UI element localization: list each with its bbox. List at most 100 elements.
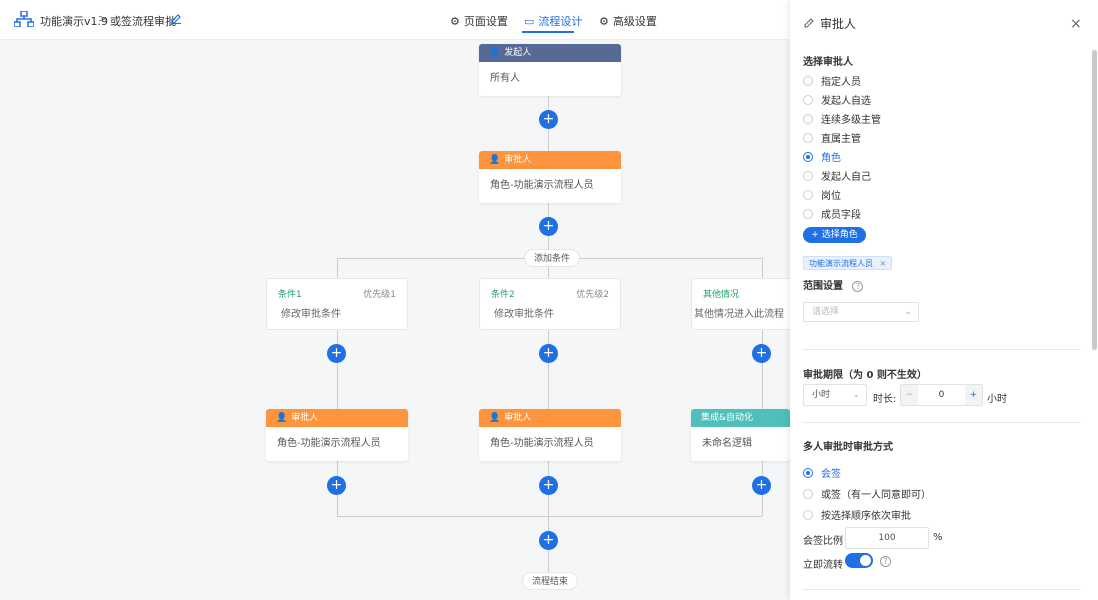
close-icon[interactable]: × xyxy=(1070,16,1082,32)
branch-approver-node[interactable]: 👤 审批人 角色-功能演示流程人员 xyxy=(266,409,408,461)
tab-flow-design[interactable]: ▭ 流程设计 xyxy=(524,13,582,29)
duration-label: 时长: xyxy=(873,394,897,405)
start-node-body: 所有人 xyxy=(490,73,520,84)
condition-title: 其他情况 xyxy=(703,290,740,300)
flow-canvas[interactable]: 👤 发起人 所有人 + 👤 审批人 角色-功能演示流程人员 + 添加条件 条件1 优… xyxy=(0,40,833,600)
approver-settings-panel: 审批人 × 选择审批人 指定人员 发起人自选 连续多级主管 直属主管 角色 发起… xyxy=(790,0,1098,600)
role-tag: 功能演示流程人员 × xyxy=(803,256,893,270)
scope-title: 范围设置 ? xyxy=(803,277,864,292)
add-node-button[interactable]: + xyxy=(752,344,771,363)
condition-priority: 优先级1 xyxy=(363,290,396,300)
panel-title: 审批人 xyxy=(820,17,857,31)
multi-approval-title: 多人审批时审批方式 xyxy=(803,442,893,453)
node-body: 角色-功能演示流程人员 xyxy=(490,438,594,449)
radio-specified-user[interactable]: 指定人员 xyxy=(803,73,861,88)
condition-desc: 修改审批条件 xyxy=(494,309,554,320)
unit-select[interactable]: 小时 ⌄ xyxy=(803,384,867,406)
node-body: 未命名逻辑 xyxy=(702,438,752,449)
tab-page-settings[interactable]: ⚙ 页面设置 xyxy=(450,13,508,29)
radio-or-sign[interactable]: 或签（有一人同意即可） xyxy=(803,486,931,501)
user-icon: 👤 xyxy=(489,413,501,423)
gear-icon: ⚙ xyxy=(450,14,460,28)
select-role-button[interactable]: + 选择角色 xyxy=(803,227,866,243)
gear-icon: ⚙ xyxy=(599,14,609,28)
approver-node-body: 角色-功能演示流程人员 xyxy=(490,180,594,191)
radio-circle-checked[interactable] xyxy=(803,151,813,162)
add-node-button[interactable]: + xyxy=(539,476,558,495)
node-header: 集成&自动化 xyxy=(691,409,790,427)
start-node-header: 👤 发起人 xyxy=(479,44,621,62)
active-tab-indicator xyxy=(522,31,574,33)
user-icon: 👤 xyxy=(276,413,288,423)
automation-node[interactable]: 集成&自动化 未命名逻辑 xyxy=(691,409,790,461)
condition-desc: 其他情况进入此流程 xyxy=(694,309,784,320)
ratio-unit: % xyxy=(933,532,943,543)
chevron-down-icon: ⌄ xyxy=(852,390,860,400)
add-condition-button[interactable]: 添加条件 xyxy=(524,249,581,267)
radio-circle[interactable] xyxy=(803,113,813,124)
ratio-input[interactable]: 100 xyxy=(845,527,929,549)
increment-button[interactable]: + xyxy=(965,385,982,405)
radio-sequential[interactable]: 按选择顺序依次审批 xyxy=(803,507,911,522)
radio-countersign[interactable]: 会签 xyxy=(803,465,841,480)
radio-member-field[interactable]: 成员字段 xyxy=(803,206,861,221)
flow-logo-icon xyxy=(14,11,34,27)
help-icon[interactable]: ? xyxy=(880,556,891,567)
tag-close-icon[interactable]: × xyxy=(880,259,887,268)
select-approver-title: 选择审批人 xyxy=(803,57,853,68)
divider xyxy=(803,422,1081,423)
radio-circle[interactable] xyxy=(803,75,813,86)
duration-unit: 小时 xyxy=(987,394,1007,405)
radio-circle[interactable] xyxy=(803,94,813,105)
condition-desc: 修改审批条件 xyxy=(281,309,341,320)
panel-scrollbar[interactable] xyxy=(1092,50,1097,350)
add-node-button[interactable]: + xyxy=(539,110,558,129)
radio-direct-supervisor[interactable]: 直属主管 xyxy=(803,130,861,145)
approver-node-header: 👤 审批人 xyxy=(479,151,621,169)
radio-initiator-choose[interactable]: 发起人自选 xyxy=(803,92,871,107)
stepper-value[interactable]: 0 xyxy=(918,390,965,400)
help-icon[interactable]: ? xyxy=(852,281,864,292)
deadline-title: 审批期限（为 0 则不生效） xyxy=(803,370,927,381)
condition-title: 条件1 xyxy=(278,290,302,300)
condition-card[interactable]: 条件2 优先级2 修改审批条件 xyxy=(479,278,621,330)
flow-name: 或签流程审批 xyxy=(110,15,176,28)
user-icon: 👤 xyxy=(489,48,501,58)
decrement-button[interactable]: − xyxy=(901,385,918,405)
radio-circle[interactable] xyxy=(803,509,813,520)
start-node[interactable]: 👤 发起人 所有人 xyxy=(479,44,621,96)
radio-circle[interactable] xyxy=(803,170,813,181)
branch-approver-node[interactable]: 👤 审批人 角色-功能演示流程人员 xyxy=(479,409,621,461)
radio-circle-checked[interactable] xyxy=(803,467,813,478)
divider xyxy=(803,589,1081,590)
radio-multi-level-supervisor[interactable]: 连续多级主管 xyxy=(803,111,881,126)
radio-position[interactable]: 岗位 xyxy=(803,187,841,202)
add-node-button[interactable]: + xyxy=(327,476,346,495)
flow-end-node: 流程结束 xyxy=(522,572,579,590)
divider xyxy=(803,349,1081,350)
radio-role[interactable]: 角色 xyxy=(803,149,841,164)
tab-advanced-settings[interactable]: ⚙ 高级设置 xyxy=(599,13,657,29)
duration-stepper[interactable]: − 0 + xyxy=(900,384,983,406)
add-node-button[interactable]: + xyxy=(327,344,346,363)
edit-title-icon[interactable] xyxy=(803,16,815,28)
add-node-button[interactable]: + xyxy=(539,217,558,236)
radio-initiator-self[interactable]: 发起人自己 xyxy=(803,168,871,183)
radio-circle[interactable] xyxy=(803,488,813,499)
add-node-button[interactable]: + xyxy=(752,476,771,495)
monitor-icon: ▭ xyxy=(524,14,535,28)
condition-title: 条件2 xyxy=(491,290,515,300)
add-node-button[interactable]: + xyxy=(539,344,558,363)
approver-node[interactable]: 👤 审批人 角色-功能演示流程人员 xyxy=(479,151,621,203)
scope-select[interactable]: 请选择 ⌄ xyxy=(803,302,919,322)
instant-flow-toggle[interactable] xyxy=(845,553,873,568)
node-header: 👤 审批人 xyxy=(266,409,408,427)
condition-card[interactable]: 条件1 优先级1 修改审批条件 xyxy=(266,278,408,330)
radio-circle[interactable] xyxy=(803,189,813,200)
condition-priority: 优先级2 xyxy=(576,290,609,300)
node-body: 角色-功能演示流程人员 xyxy=(277,438,381,449)
radio-circle[interactable] xyxy=(803,132,813,143)
edit-name-icon[interactable] xyxy=(170,12,182,24)
add-node-button[interactable]: + xyxy=(539,531,558,550)
radio-circle[interactable] xyxy=(803,208,813,219)
